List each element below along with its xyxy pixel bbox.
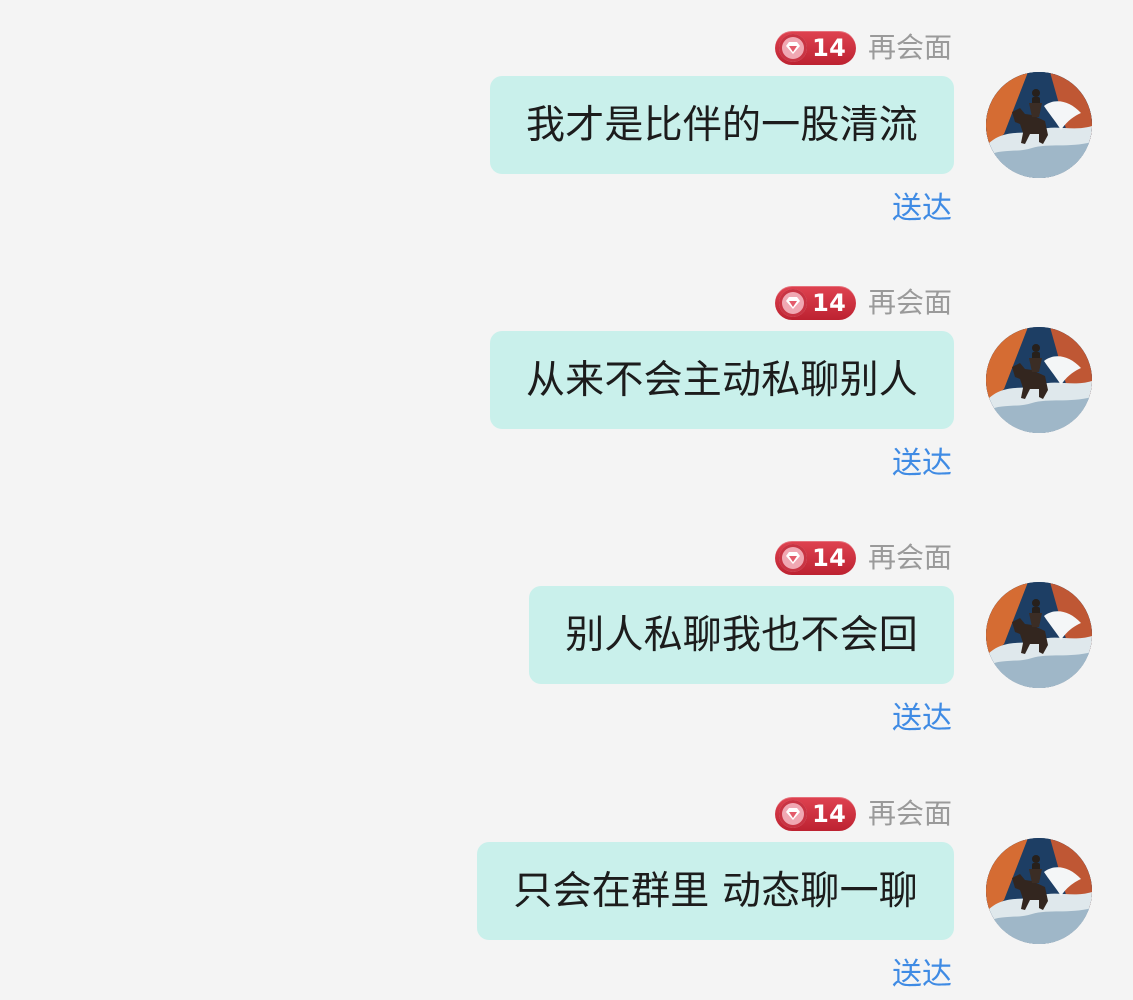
diamond-gem-icon [779, 289, 808, 317]
level-badge[interactable]: 14 [775, 286, 856, 320]
horse-rider-icon [986, 838, 1092, 944]
message-row: 14 再会面 从来不会主动私聊别人 送达 [0, 285, 1133, 485]
message-text: 只会在群里 动态聊一聊 [513, 868, 918, 914]
horse-rider-icon [986, 72, 1092, 178]
message-bubble[interactable]: 别人私聊我也不会回 [529, 586, 954, 684]
delivery-status: 送达 [892, 446, 952, 481]
avatar[interactable] [986, 582, 1092, 688]
avatar[interactable] [986, 327, 1092, 433]
message-row: 14 再会面 只会在群里 动态聊一聊 送达 [0, 796, 1133, 996]
avatar[interactable] [986, 838, 1092, 944]
sender-meta: 14 再会面 [775, 796, 952, 832]
sender-name[interactable]: 再会面 [868, 34, 952, 62]
diamond-gem-icon [779, 34, 808, 62]
delivery-status: 送达 [892, 191, 952, 226]
diamond-gem-icon [779, 544, 808, 572]
message-bubble[interactable]: 只会在群里 动态聊一聊 [477, 842, 954, 940]
level-badge[interactable]: 14 [775, 797, 856, 831]
message-row: 14 再会面 别人私聊我也不会回 送达 [0, 540, 1133, 740]
delivery-status: 送达 [892, 957, 952, 992]
sender-meta: 14 再会面 [775, 30, 952, 66]
level-number: 14 [812, 289, 846, 317]
level-number: 14 [812, 34, 846, 62]
diamond-gem-icon [779, 800, 808, 828]
chat-message-list[interactable]: 14 再会面 我才是比伴的一股清流 送达 14 再会面 从来不会主动私聊别人 送… [0, 0, 1133, 1000]
level-number: 14 [812, 544, 846, 572]
message-text: 从来不会主动私聊别人 [525, 357, 918, 403]
avatar[interactable] [986, 72, 1092, 178]
level-badge[interactable]: 14 [775, 541, 856, 575]
sender-name[interactable]: 再会面 [868, 800, 952, 828]
horse-rider-icon [986, 327, 1092, 433]
message-bubble[interactable]: 从来不会主动私聊别人 [489, 331, 954, 429]
sender-name[interactable]: 再会面 [868, 289, 952, 317]
sender-meta: 14 再会面 [775, 540, 952, 576]
message-text: 我才是比伴的一股清流 [525, 102, 918, 148]
message-row: 14 再会面 我才是比伴的一股清流 送达 [0, 30, 1133, 230]
sender-meta: 14 再会面 [775, 285, 952, 321]
message-bubble[interactable]: 我才是比伴的一股清流 [489, 76, 954, 174]
delivery-status: 送达 [892, 701, 952, 736]
message-text: 别人私聊我也不会回 [565, 612, 918, 658]
horse-rider-icon [986, 582, 1092, 688]
level-badge[interactable]: 14 [775, 31, 856, 65]
sender-name[interactable]: 再会面 [868, 544, 952, 572]
level-number: 14 [812, 800, 846, 828]
